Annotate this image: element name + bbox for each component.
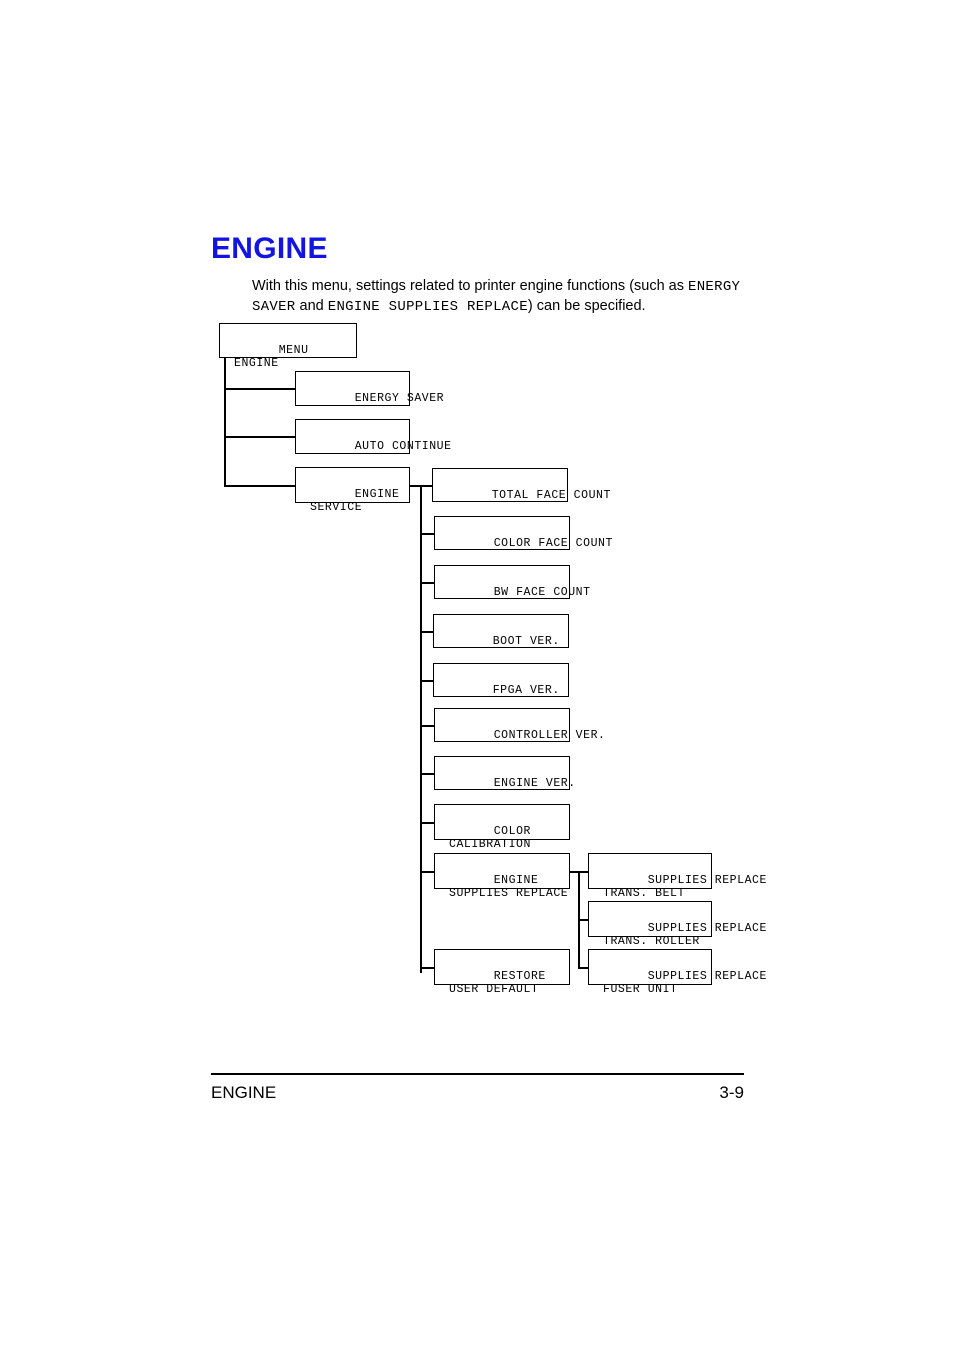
connector-to-controller-ver (420, 725, 434, 727)
connector-to-engine-service (224, 485, 295, 487)
menu-node-engine-service-line2: SERVICE (310, 501, 363, 514)
menu-node-supplies-replace-fuser-unit-line1: SUPPLIES REPLACE (647, 969, 767, 983)
menu-node-supplies-replace-trans-roller[interactable]: SUPPLIES REPLACE TRANS. ROLLER (588, 901, 766, 948)
menu-node-boot-ver-line1: BOOT VER. (492, 634, 560, 648)
connector-to-trans-roller (578, 919, 588, 921)
menu-node-color-calibration-line2: CALIBRATION (449, 838, 531, 851)
connector-to-color-face-count (420, 533, 434, 535)
menu-tree-diagram: MENU ENGINE ENERGY SAVER AUTO CONTINUE EN… (0, 0, 954, 1050)
menu-node-supplies-replace-fuser-unit-line2: FUSER UNIT (603, 983, 678, 996)
menu-node-bw-face-count[interactable]: BW FACE COUNT (434, 565, 590, 599)
menu-node-engine-supplies-replace[interactable]: ENGINE SUPPLIES REPLACE (434, 853, 570, 900)
menu-node-color-calibration-line1: COLOR (493, 824, 531, 838)
menu-node-total-face-count[interactable]: TOTAL FACE COUNT (432, 468, 610, 502)
menu-node-fpga-ver[interactable]: FPGA VER. (433, 663, 569, 697)
connector-to-boot-ver (420, 631, 433, 633)
menu-node-restore-user-default-line2: USER DEFAULT (449, 983, 539, 996)
menu-node-root-line2: ENGINE (234, 357, 279, 370)
menu-node-auto-continue-line1: AUTO CONTINUE (354, 439, 452, 453)
menu-node-supplies-replace-trans-roller-line1: SUPPLIES REPLACE (647, 921, 767, 935)
menu-node-engine-service[interactable]: ENGINE SERVICE (295, 467, 410, 514)
menu-node-root[interactable]: MENU ENGINE (219, 323, 357, 370)
connector-to-total-face-count (420, 485, 432, 487)
menu-node-boot-ver[interactable]: BOOT VER. (433, 614, 569, 648)
menu-node-color-face-count-line1: COLOR FACE COUNT (493, 536, 613, 550)
connector-to-trans-belt (578, 871, 588, 873)
menu-node-color-face-count[interactable]: COLOR FACE COUNT (434, 516, 612, 550)
connector-to-fuser-unit (578, 967, 588, 969)
footer-page-number: 3-9 (719, 1083, 744, 1102)
menu-node-supplies-replace-trans-roller-line2: TRANS. ROLLER (603, 935, 700, 948)
connector-to-fpga-ver (420, 680, 433, 682)
connector-to-bw-face-count (420, 582, 434, 584)
menu-node-restore-user-default-line1: RESTORE (493, 969, 546, 983)
connector-to-color-calibration (420, 822, 434, 824)
connector-root-trunk (224, 358, 226, 486)
menu-node-bw-face-count-line1: BW FACE COUNT (493, 585, 591, 599)
menu-node-supplies-replace-trans-belt-line1: SUPPLIES REPLACE (647, 873, 767, 887)
connector-level3-trunk (420, 485, 422, 973)
menu-node-engine-supplies-replace-line2: SUPPLIES REPLACE (449, 887, 569, 900)
menu-node-engine-ver-line1: ENGINE VER. (493, 776, 576, 790)
footer-section-label: ENGINE (211, 1083, 277, 1102)
menu-node-controller-ver[interactable]: CONTROLLER VER. (434, 708, 605, 742)
menu-node-auto-continue[interactable]: AUTO CONTINUE (295, 419, 451, 454)
menu-node-color-calibration[interactable]: COLOR CALIBRATION (434, 804, 570, 851)
connector-to-auto-continue (224, 436, 295, 438)
menu-node-total-face-count-line1: TOTAL FACE COUNT (491, 488, 611, 502)
menu-node-engine-supplies-replace-line1: ENGINE (493, 873, 539, 887)
menu-node-energy-saver-line1: ENERGY SAVER (354, 391, 445, 405)
menu-node-controller-ver-line1: CONTROLLER VER. (493, 728, 606, 742)
menu-node-supplies-replace-trans-belt-line2: TRANS. BELT (603, 887, 685, 900)
menu-node-supplies-replace-trans-belt[interactable]: SUPPLIES REPLACE TRANS. BELT (588, 853, 766, 900)
menu-node-engine-service-line1: ENGINE (354, 487, 400, 501)
menu-node-fpga-ver-line1: FPGA VER. (492, 683, 560, 697)
menu-node-root-line1: MENU (278, 343, 309, 357)
connector-to-engine-supplies-replace (420, 871, 434, 873)
connector-to-restore-user-default (420, 967, 434, 969)
footer-divider (211, 1073, 744, 1075)
menu-node-supplies-replace-fuser-unit[interactable]: SUPPLIES REPLACE FUSER UNIT (588, 949, 766, 996)
menu-node-energy-saver[interactable]: ENERGY SAVER (295, 371, 444, 406)
document-page: ENGINE With this menu, settings related … (0, 0, 954, 1350)
menu-node-engine-ver[interactable]: ENGINE VER. (434, 756, 575, 790)
connector-to-engine-ver (420, 773, 434, 775)
menu-node-restore-user-default[interactable]: RESTORE USER DEFAULT (434, 949, 570, 996)
